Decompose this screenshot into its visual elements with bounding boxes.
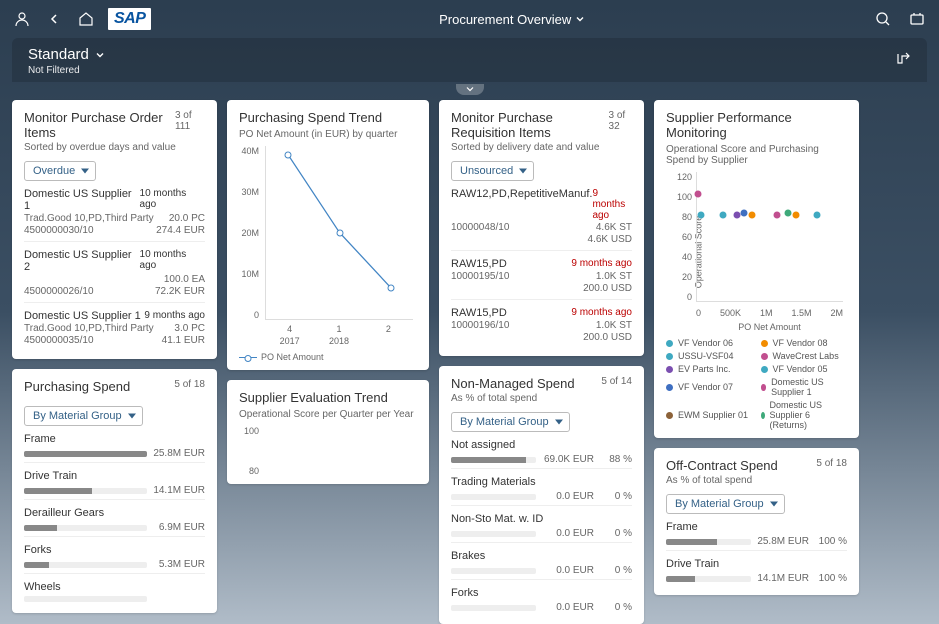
shell-header: SAP Procurement Overview <box>0 0 939 38</box>
list-item[interactable]: Domestic US Supplier 19 months ago Trad.… <box>24 302 205 351</box>
scatter-point <box>748 212 755 219</box>
copilot-icon[interactable] <box>907 9 927 29</box>
filter-select-unsourced[interactable]: Unsourced <box>451 161 534 181</box>
card-purchasing-spend[interactable]: Purchasing Spend 5 of 18 By Material Gro… <box>12 369 217 613</box>
card-off-contract-spend[interactable]: Off-Contract Spend 5 of 18 As % of total… <box>654 448 859 595</box>
card-count: 3 of 32 <box>609 110 632 132</box>
card-title: Purchasing Spend Trend <box>239 110 417 125</box>
back-icon[interactable] <box>44 9 64 29</box>
bar-item[interactable]: Trading Materials 0.0 EUR0 % <box>451 468 632 505</box>
non-managed-bar-list: Not assigned 69.0K EUR88 %Trading Materi… <box>451 432 632 616</box>
search-icon[interactable] <box>873 9 893 29</box>
variant-selector[interactable]: Standard <box>28 46 911 63</box>
card-non-managed-spend[interactable]: Non-Managed Spend 5 of 14 As % of total … <box>439 366 644 624</box>
card-title: Supplier Performance Monitoring <box>666 110 847 140</box>
legend-item: VF Vendor 06 <box>666 338 753 348</box>
bar-item[interactable]: Derailleur Gears 6.9M EUR <box>24 499 205 536</box>
card-subtitle: As % of total spend <box>666 475 847 486</box>
scatter-point <box>785 209 792 216</box>
list-item[interactable]: Domestic US Supplier 110 months ago Trad… <box>24 181 205 241</box>
legend-item: Domestic US Supplier 6 (Returns) <box>761 400 848 430</box>
chart-subtitle: Operational Score per Quarter per Year <box>239 409 417 420</box>
legend-item: EV Parts Inc. <box>666 364 753 374</box>
legend-item: WaveCrest Labs <box>761 351 848 361</box>
card-count: 5 of 14 <box>601 376 632 387</box>
sap-logo: SAP <box>108 8 151 30</box>
share-icon[interactable] <box>893 48 913 68</box>
card-count: 5 of 18 <box>816 458 847 469</box>
chevron-down-icon <box>575 14 585 24</box>
filter-status: Not Filtered <box>28 65 911 76</box>
scatter-point <box>694 190 701 197</box>
filter-select-material-group[interactable]: By Material Group <box>451 412 570 432</box>
card-spend-trend[interactable]: Purchasing Spend Trend PO Net Amount (in… <box>227 100 429 370</box>
bar-item[interactable]: Wheels <box>24 573 205 605</box>
bar-item[interactable]: Frame 25.8M EUR <box>24 426 205 462</box>
filter-select-overdue[interactable]: Overdue <box>24 161 96 181</box>
list-item[interactable]: RAW15,PD9 months ago 10000195/101.0K ST … <box>451 250 632 299</box>
bar-item[interactable]: Forks 0.0 EUR0 % <box>451 579 632 616</box>
scatter-point <box>774 212 781 219</box>
legend-item: VF Vendor 05 <box>761 364 848 374</box>
spend-bar-list: Frame 25.8M EURDrive Train 14.1M EURDera… <box>24 426 205 605</box>
home-icon[interactable] <box>76 9 96 29</box>
po-item-list: Domestic US Supplier 110 months ago Trad… <box>24 181 205 351</box>
chevron-down-icon <box>465 86 475 92</box>
chevron-down-icon <box>95 50 105 60</box>
card-title: Off-Contract Spend <box>666 458 778 473</box>
card-title: Non-Managed Spend <box>451 376 575 391</box>
bar-item[interactable]: Frame 25.8M EUR100 % <box>666 514 847 550</box>
legend-item: VF Vendor 07 <box>666 377 753 397</box>
card-count: 5 of 18 <box>174 379 205 390</box>
card-po-items[interactable]: Monitor Purchase Order Items 3 of 111 So… <box>12 100 217 359</box>
filter-select-material-group[interactable]: By Material Group <box>666 494 785 514</box>
scatter-point <box>719 212 726 219</box>
legend-item: Domestic US Supplier 1 <box>761 377 848 397</box>
pr-item-list: RAW12,PD,RepetitiveManuf.9 months ago 10… <box>451 181 632 348</box>
chart-subtitle: Operational Score and Purchasing Spend b… <box>666 144 847 166</box>
legend-item: VF Vendor 08 <box>761 338 848 348</box>
card-subtitle: Sorted by delivery date and value <box>451 142 632 153</box>
card-title: Monitor Purchase Order Items <box>24 110 175 140</box>
card-pr-items[interactable]: Monitor Purchase Requisition Items 3 of … <box>439 100 644 356</box>
variant-bar: Standard Not Filtered <box>12 38 927 82</box>
card-title: Monitor Purchase Requisition Items <box>451 110 609 140</box>
eval-chart: 10080 <box>239 426 417 476</box>
bar-item[interactable]: Drive Train 14.1M EUR <box>24 462 205 499</box>
page-title-dropdown[interactable]: Procurement Overview <box>151 12 873 27</box>
list-item[interactable]: RAW15,PD9 months ago 10000196/101.0K ST … <box>451 299 632 348</box>
card-subtitle: Sorted by overdue days and value <box>24 142 205 153</box>
legend-item: EWM Supplier 01 <box>666 400 753 430</box>
scatter-point <box>697 212 704 219</box>
expand-filter-bar[interactable] <box>12 82 927 96</box>
card-subtitle: As % of total spend <box>451 393 632 404</box>
card-supplier-performance[interactable]: Supplier Performance Monitoring Operatio… <box>654 100 859 438</box>
scatter-point <box>792 212 799 219</box>
card-count: 3 of 111 <box>175 110 205 132</box>
bar-item[interactable]: Forks 5.3M EUR <box>24 536 205 573</box>
scatter-point <box>814 212 821 219</box>
card-container: Monitor Purchase Order Items 3 of 111 So… <box>0 96 939 624</box>
page-title: Procurement Overview <box>439 12 571 27</box>
chart-subtitle: PO Net Amount (in EUR) by quarter <box>239 129 417 140</box>
user-icon[interactable] <box>12 9 32 29</box>
scatter-legend: VF Vendor 06 VF Vendor 08 USSU-VSF04 WaveCr… <box>666 338 847 430</box>
bar-item[interactable]: Drive Train 14.1M EUR100 % <box>666 550 847 587</box>
bar-item[interactable]: Non-Sto Mat. w. ID 0.0 EUR0 % <box>451 505 632 542</box>
scatter-chart: Operational Score 120100806040200 0500K1… <box>666 172 847 332</box>
scatter-point <box>734 212 741 219</box>
legend-item: USSU-VSF04 <box>666 351 753 361</box>
bar-item[interactable]: Brakes 0.0 EUR0 % <box>451 542 632 579</box>
list-item[interactable]: RAW12,PD,RepetitiveManuf.9 months ago 10… <box>451 181 632 250</box>
card-title: Purchasing Spend <box>24 379 130 394</box>
card-title: Supplier Evaluation Trend <box>239 390 417 405</box>
chart-legend: PO Net Amount <box>239 352 417 362</box>
filter-select-material-group[interactable]: By Material Group <box>24 406 143 426</box>
off-contract-bar-list: Frame 25.8M EUR100 %Drive Train 14.1M EU… <box>666 514 847 587</box>
list-item[interactable]: Domestic US Supplier 210 months ago 100.… <box>24 241 205 302</box>
bar-item[interactable]: Not assigned 69.0K EUR88 % <box>451 432 632 468</box>
line-chart: 40M30M20M10M0 42017 12018 2 <box>239 146 417 346</box>
card-eval-trend[interactable]: Supplier Evaluation Trend Operational Sc… <box>227 380 429 484</box>
scatter-point <box>741 209 748 216</box>
